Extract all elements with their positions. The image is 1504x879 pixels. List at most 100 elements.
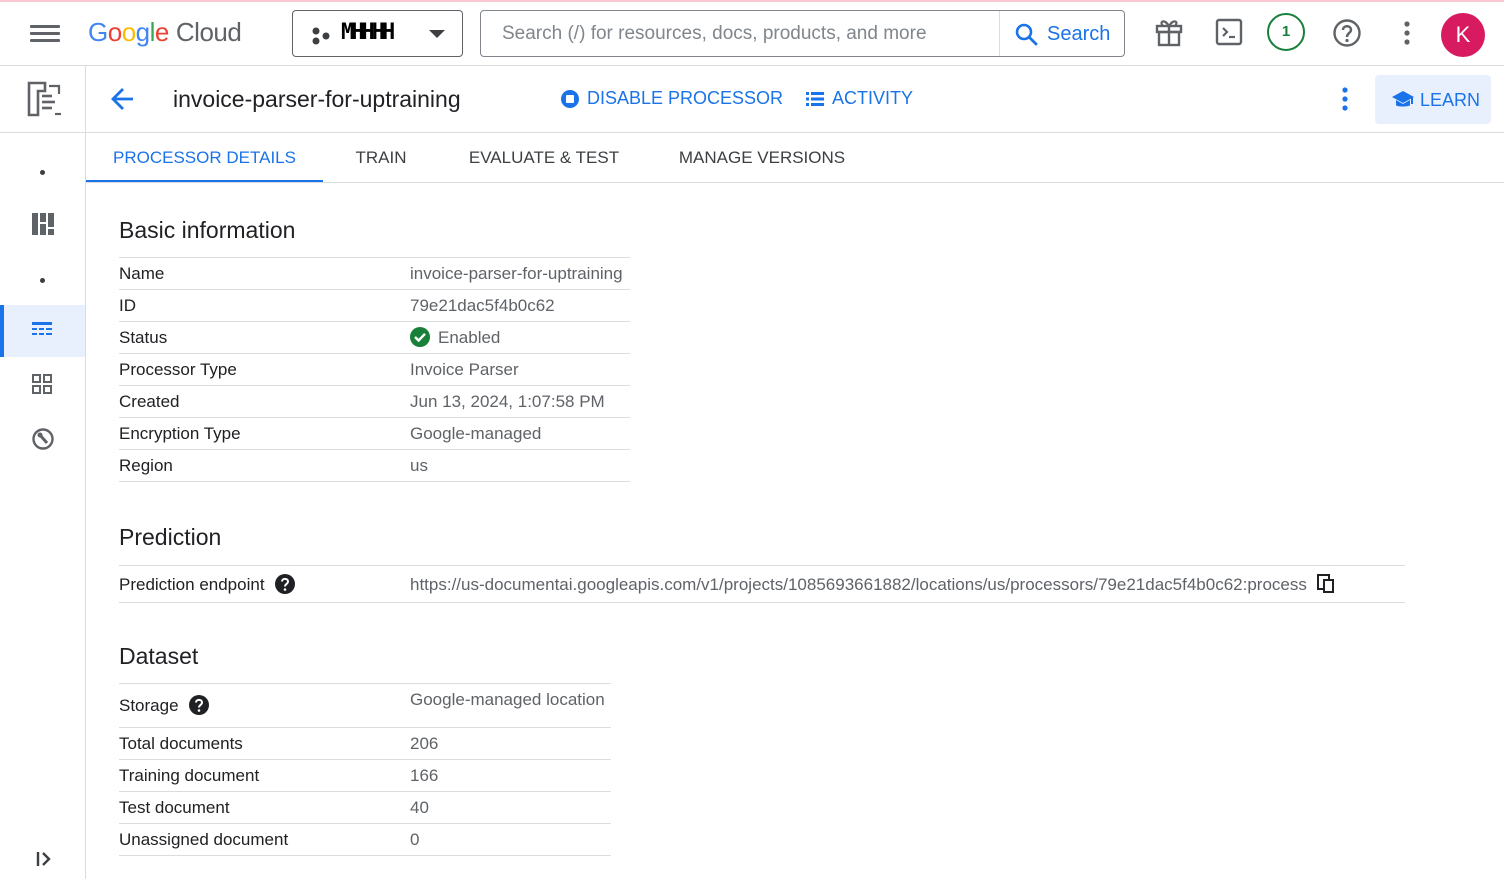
learn-button[interactable]: LEARN xyxy=(1375,75,1491,124)
row-label: ID xyxy=(119,289,410,322)
row-value: 166 xyxy=(410,759,611,792)
basic-information-heading: Basic information xyxy=(119,217,296,243)
tab-manage-versions[interactable]: MANAGE VERSIONS xyxy=(666,133,858,182)
expand-nav-icon[interactable] xyxy=(36,850,52,868)
brand-cloud-text: Cloud xyxy=(175,17,242,47)
project-name: MHHHH xyxy=(341,20,395,45)
left-nav-rail xyxy=(0,66,86,879)
table-row: Storage Google-managed location xyxy=(119,683,611,728)
table-row: Test document 40 xyxy=(119,791,611,824)
chevron-down-icon xyxy=(429,30,445,38)
table-row: Prediction endpoint https://us-documenta… xyxy=(119,565,1405,603)
prediction-endpoint-url: https://us-documentai.googleapis.com/v1/… xyxy=(410,574,1307,594)
dataset-table: Storage Google-managed location Total doc… xyxy=(119,683,611,856)
account-avatar[interactable]: K xyxy=(1441,13,1485,57)
gift-icon[interactable] xyxy=(1154,16,1184,48)
rail-header xyxy=(0,66,85,133)
list-icon xyxy=(806,92,824,106)
rail-item-gallery[interactable] xyxy=(0,359,85,411)
row-value: us xyxy=(410,449,630,482)
cloud-shell-terminal-icon[interactable] xyxy=(1215,18,1243,46)
search-button-label: Search xyxy=(1047,23,1111,45)
rail-dot xyxy=(40,170,45,175)
disable-processor-label: DISABLE PROCESSOR xyxy=(587,88,784,108)
tabs-divider xyxy=(86,182,1504,183)
processor-list-icon xyxy=(32,322,52,335)
search-button[interactable]: Search xyxy=(999,11,1124,56)
row-label: Test document xyxy=(119,791,410,824)
table-row: Processor Type Invoice Parser xyxy=(119,353,630,386)
table-row: Unassigned document 0 xyxy=(119,823,611,856)
table-row: Training document 166 xyxy=(119,759,611,792)
activity-label: ACTIVITY xyxy=(832,88,914,108)
copy-icon[interactable] xyxy=(1316,573,1335,594)
tab-train[interactable]: TRAIN xyxy=(339,133,423,182)
back-arrow-icon[interactable] xyxy=(110,86,136,112)
help-icon[interactable] xyxy=(274,573,295,594)
rail-dot xyxy=(40,278,45,283)
row-label: Name xyxy=(119,257,410,290)
more-vert-icon[interactable] xyxy=(1402,20,1412,46)
row-value: Google-managed location xyxy=(410,683,611,728)
storage-label-cell: Storage xyxy=(119,683,410,728)
tab-processor-details[interactable]: PROCESSOR DETAILS xyxy=(86,133,323,183)
help-icon[interactable] xyxy=(1332,18,1362,48)
page-title: invoice-parser-for-uptraining xyxy=(173,86,461,112)
endpoint-label-cell: Prediction endpoint xyxy=(119,565,410,603)
row-label: Encryption Type xyxy=(119,417,410,450)
search-bar: Search xyxy=(480,10,1125,57)
project-picker[interactable]: MHHHH xyxy=(292,10,463,57)
row-label: Training document xyxy=(119,759,410,792)
top-bar: GoogleCloud MHHHH Search 1 K xyxy=(0,2,1504,66)
basic-information-table: Name invoice-parser-for-uptraining ID 79e2… xyxy=(119,257,630,482)
prediction-table: Prediction endpoint https://us-documenta… xyxy=(119,565,1405,603)
row-value: 79e21dac5f4b0c62 xyxy=(410,289,630,322)
project-dots-icon xyxy=(312,27,330,45)
row-label: Status xyxy=(119,321,410,354)
endpoint-value-cell: https://us-documentai.googleapis.com/v1/… xyxy=(410,565,1405,603)
row-value: Google-managed xyxy=(410,417,630,450)
rail-item-processors[interactable] xyxy=(0,305,85,357)
row-label: Total documents xyxy=(119,727,410,760)
row-value: Jun 13, 2024, 1:07:58 PM xyxy=(410,385,630,418)
row-label: Region xyxy=(119,449,410,482)
notification-badge[interactable]: 1 xyxy=(1267,13,1305,51)
search-icon xyxy=(1015,23,1038,46)
row-label: Unassigned document xyxy=(119,823,410,856)
tab-evaluate-test[interactable]: EVALUATE & TEST xyxy=(456,133,632,182)
learn-label: LEARN xyxy=(1420,90,1481,110)
check-circle-icon xyxy=(410,327,430,347)
row-value: 0 xyxy=(410,823,611,856)
table-row: Name invoice-parser-for-uptraining xyxy=(119,257,630,290)
row-value: Invoice Parser xyxy=(410,353,630,386)
help-icon[interactable] xyxy=(188,695,209,715)
row-label: Processor Type xyxy=(119,353,410,386)
row-label: Storage xyxy=(119,696,179,715)
grid-view-icon xyxy=(32,374,52,394)
table-row: Created Jun 13, 2024, 1:07:58 PM xyxy=(119,385,630,418)
status-value: Enabled xyxy=(438,328,501,347)
table-row: ID 79e21dac5f4b0c62 xyxy=(119,289,630,322)
row-label: Created xyxy=(119,385,410,418)
school-icon xyxy=(1392,91,1414,107)
prediction-heading: Prediction xyxy=(119,524,222,550)
document-ai-product-icon[interactable] xyxy=(25,80,63,118)
google-cloud-logo[interactable]: Google Cloud xyxy=(88,17,242,48)
main-menu-icon[interactable] xyxy=(30,22,60,46)
table-row: Status Enabled xyxy=(119,321,630,354)
dashboard-icon xyxy=(32,213,54,235)
build-wrench-icon xyxy=(32,428,54,450)
more-actions-icon[interactable] xyxy=(1340,86,1350,112)
table-row: Total documents 206 xyxy=(119,727,611,760)
status-cell: Enabled xyxy=(410,321,630,354)
row-value: 40 xyxy=(410,791,611,824)
rail-item-dashboard[interactable] xyxy=(0,198,85,250)
stop-circle-icon xyxy=(561,90,579,108)
row-value: invoice-parser-for-uptraining xyxy=(410,257,630,290)
search-input[interactable] xyxy=(481,11,999,56)
table-row: Encryption Type Google-managed xyxy=(119,417,630,450)
rail-item-workbench[interactable] xyxy=(0,413,85,465)
prediction-endpoint-label: Prediction endpoint xyxy=(119,574,265,594)
dataset-heading: Dataset xyxy=(119,643,199,669)
row-value: 206 xyxy=(410,727,611,760)
